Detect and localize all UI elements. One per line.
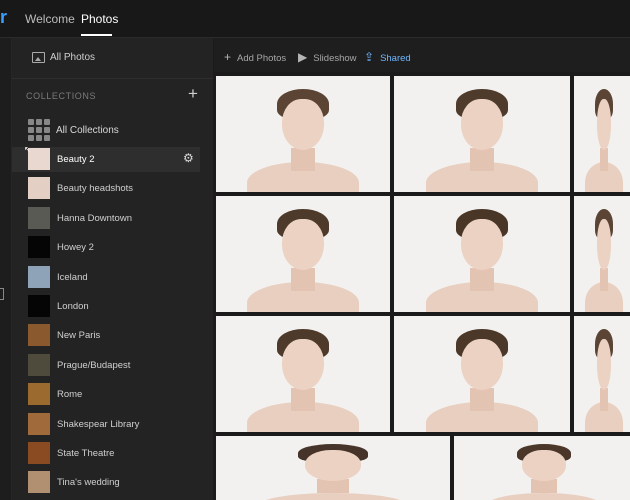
portrait-neck [469,147,495,172]
portrait-shoulders [486,492,602,500]
app-logo: r [0,7,8,27]
collection-item[interactable]: New Paris [12,323,200,348]
collection-item[interactable]: Prague/Budapest [12,353,200,378]
all-photos-item[interactable]: All Photos [12,38,213,79]
toolbar: + Add Photos ▶ Slideshow ⇪ Shared [214,38,630,72]
portrait-face [460,99,504,151]
collection-label: Rome [57,389,83,401]
collection-thumbnail [28,412,50,435]
photo-thumbnail[interactable] [574,196,630,312]
photo-thumbnail[interactable] [216,196,390,312]
portrait-neck [290,387,316,412]
collection-item[interactable]: Hanna Downtown [12,206,200,231]
collection-label: Iceland [57,271,88,283]
collection-label: State Theatre [57,448,115,459]
portrait-shoulders [258,492,408,500]
collection-thumbnail [28,353,50,376]
photo-grid [214,72,630,500]
portrait-neck [599,147,609,172]
photo-icon [32,52,45,63]
add-photos-label: Add Photos [237,53,287,64]
sidebar: All Photos COLLECTIONS + All Collections… [12,38,213,500]
collection-item[interactable]: London [12,294,200,319]
collection-thumbnail [28,295,50,317]
collection-item[interactable]: Howey 2 [12,235,200,260]
collection-item[interactable]: Shakespear Library [12,412,200,437]
portrait-face [596,339,612,391]
portrait-face [282,219,324,271]
collection-item[interactable]: Iceland [12,265,200,290]
collection-item[interactable]: Beauty headshots [12,176,200,201]
shared-label: Shared [380,53,411,64]
collection-thumbnail [28,206,50,229]
share-icon: ⇪ [364,50,375,64]
collection-label: Beauty 2 [57,154,95,165]
portrait-neck [599,387,609,412]
portrait-neck [290,147,316,172]
add-collection-button[interactable]: + [188,85,198,102]
collection-thumbnail [28,442,50,464]
rail-marker [0,288,4,300]
collections-heading: COLLECTIONS [26,91,97,101]
photo-thumbnail[interactable] [216,316,390,432]
portrait-face [596,219,612,271]
photo-thumbnail[interactable] [394,196,570,312]
photo-thumbnail[interactable] [574,76,630,192]
portrait-neck [469,267,495,292]
play-icon: ▶ [298,50,308,64]
portrait-neck [469,387,495,412]
collection-label: Prague/Budapest [57,359,131,371]
gear-icon[interactable]: ⚙ [183,152,195,164]
portrait-neck [316,479,350,494]
portrait-face [304,450,362,481]
add-photos-button[interactable]: + Add Photos [224,50,286,64]
portrait-face [460,219,504,271]
portrait-face [282,99,324,151]
grid-icon [28,119,50,141]
photo-thumbnail[interactable] [454,436,630,500]
all-collections-label: All Collections [56,125,119,136]
collection-thumbnail [28,383,50,406]
tab-photos[interactable]: Photos [81,12,118,26]
left-rail [0,38,12,500]
collection-thumbnail [28,265,50,288]
portrait-neck [531,479,557,494]
photo-thumbnail[interactable] [216,76,390,192]
slideshow-button[interactable]: ▶ Slideshow [298,50,357,64]
collection-thumbnail [28,471,50,494]
collection-label: Tina's wedding [57,477,120,489]
collection-label: London [57,301,89,312]
tab-welcome[interactable]: Welcome [25,12,75,26]
top-bar: r Welcome Photos [0,0,630,38]
portrait-face [460,339,504,391]
collection-label: New Paris [57,330,101,342]
slideshow-label: Slideshow [313,53,357,64]
collection-item[interactable]: Tina's wedding [12,470,200,495]
collection-item[interactable]: State Theatre [12,441,200,466]
collection-thumbnail [28,324,50,347]
active-tab-indicator [81,34,112,36]
portrait-face [596,99,612,151]
collection-item[interactable]: Rome [12,382,200,407]
photo-thumbnail[interactable] [394,76,570,192]
portrait-face [282,339,324,391]
portrait-face [522,450,566,481]
portrait-neck [599,267,609,292]
shared-button[interactable]: ⇪ Shared [364,50,411,64]
collection-label: Howey 2 [57,242,94,254]
collection-thumbnail [28,236,50,259]
portrait-neck [290,267,316,292]
collection-label: Beauty headshots [57,183,134,195]
collection-thumbnail [28,177,50,200]
photo-thumbnail[interactable] [394,316,570,432]
collection-label: Shakespear Library [57,418,140,430]
plus-icon: + [224,50,232,64]
photo-thumbnail[interactable] [574,316,630,432]
collection-label: Hanna Downtown [57,212,132,224]
collection-item[interactable]: Beauty 2 ⚙ ↖ [12,145,200,172]
photo-thumbnail[interactable] [216,436,450,500]
all-photos-label: All Photos [50,52,96,63]
cursor-icon: ↖ [24,145,31,154]
